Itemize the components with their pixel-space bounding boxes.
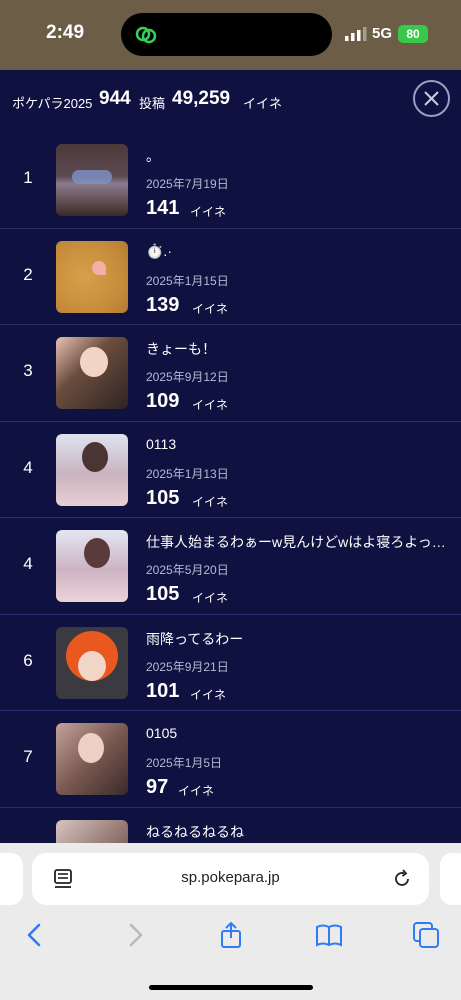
post-date: 2025年9月12日 [146,370,229,384]
like-unit: イイネ [178,784,215,798]
like-unit: イイネ [192,398,229,412]
like-unit: イイネ [190,205,227,219]
post-count: 944 [99,88,131,109]
home-indicator [149,985,313,990]
post-date: 2025年5月20日 [146,563,229,577]
battery-icon: 80 [398,25,428,43]
like-unit: イイネ [192,494,229,509]
post-title: ⏱️.· [146,242,172,259]
post-title: 0113 [146,435,177,452]
network-label: 5G [372,25,393,42]
rank-number: 6 [23,650,33,670]
list-item[interactable]: 3 きょーも！ 2025年9月12日 109 イイネ [0,325,461,422]
back-icon[interactable] [22,921,50,949]
post-thumbnail[interactable] [56,723,128,795]
post-unit: 投稿 [139,96,166,111]
rank-number: 3 [23,361,33,380]
rank-number: 1 [23,168,33,187]
rank-number: 4 [23,457,33,477]
list-item[interactable]: 4 0113 2025年1月13日 105 イイネ [0,422,461,518]
list-item[interactable]: 2 ⏱️.· 2025年1月15日 139 イイネ [0,229,461,325]
post-title: 。 [146,148,160,164]
list-item[interactable]: ねるねるねるね [0,808,461,843]
app-title: ポケパラ2025 [12,96,93,111]
like-unit: イイネ [192,591,229,605]
close-button[interactable] [413,80,450,117]
list-item[interactable]: 7 0105 2025年1月5日 97 イイネ [0,711,461,808]
tabs-icon[interactable] [412,921,440,949]
close-icon [424,91,439,106]
rank-number: 2 [23,264,33,284]
post-thumbnail[interactable] [56,337,128,409]
post-date: 2025年9月21日 [146,659,229,674]
share-icon[interactable] [217,921,245,949]
reload-icon[interactable] [392,869,412,889]
post-date: 2025年1月13日 [146,466,229,481]
post-thumbnail[interactable] [56,530,128,602]
list-item[interactable]: 6 雨降ってるわー 2025年9月21日 101 イイネ [0,615,461,711]
list-item[interactable]: 4 仕事人始まるわぁーw見んけどwはよ寝ろよっ… 2025年5月20日 105 … [0,518,461,615]
post-title: きょーも！ [146,341,216,357]
like-unit: イイネ [192,301,229,316]
post-title: 雨降ってるわー [146,630,244,647]
post-title: ねるねるねるね [146,823,244,840]
like-count: 97 [146,776,169,798]
post-thumbnail[interactable] [56,144,128,216]
like-count: 101 [146,679,180,702]
like-count: 109 [146,390,180,412]
post-thumbnail[interactable] [56,626,128,699]
like-count: 105 [146,583,180,605]
signal-icon [345,27,367,41]
browser-toolbar: sp.pokepara.jp [0,843,461,1000]
post-thumbnail[interactable] [56,240,128,313]
ranking-header: ポケパラ2025 944 投稿 49,259 イイネ [0,70,461,132]
post-thumbnail[interactable] [56,433,128,506]
status-time: 2:49 [46,22,85,43]
post-date: 2025年1月15日 [146,273,229,288]
link-icon [135,26,157,44]
status-bar: 2:49 5G 80 [0,0,461,70]
like-total: 49,259 [172,88,231,109]
dynamic-island [121,13,332,56]
post-date: 2025年7月19日 [146,177,229,191]
post-date: 2025年1月5日 [146,756,223,770]
next-tab[interactable] [440,853,461,905]
rank-number: 4 [23,554,33,573]
post-thumbnail[interactable] [56,819,128,843]
forward-icon[interactable] [120,921,148,949]
address-bar[interactable]: sp.pokepara.jp [32,853,429,905]
previous-tab[interactable] [0,853,23,905]
url-text: sp.pokepara.jp [181,869,280,886]
like-count: 141 [146,197,180,219]
list-item[interactable]: 1 。 2025年7月19日 141 イイネ [0,132,461,229]
rank-number: 7 [23,747,33,766]
like-unit: イイネ [190,687,227,702]
post-title: 仕事人始まるわぁーw見んけどwはよ寝ろよっ… [146,534,446,550]
like-unit: イイネ [243,96,283,111]
post-list[interactable]: 1 。 2025年7月19日 141 イイネ 2 ⏱️.· 2025年1月15日… [0,132,461,843]
like-count: 139 [146,293,180,316]
post-title: 0105 [146,725,178,741]
like-count: 105 [146,486,180,509]
bookmarks-icon[interactable] [315,921,343,949]
